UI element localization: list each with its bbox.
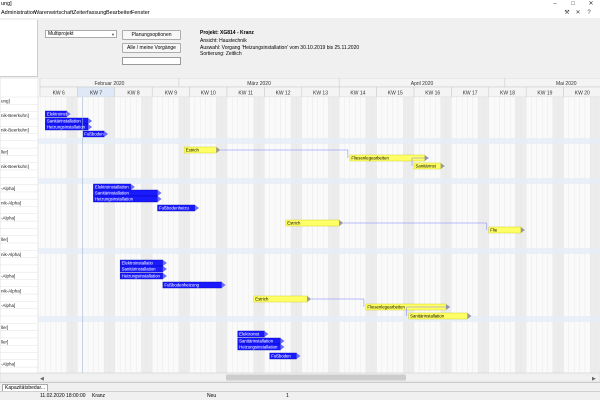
- task-label: Fliesenlegearbeiten: [351, 156, 389, 161]
- row-label: nik-Beerkuhn]: [1, 128, 29, 133]
- task-label: Elektroinstallation: [95, 185, 129, 190]
- task-label: Heizungsinstallation: [47, 125, 86, 130]
- all-my-tasks-button[interactable]: Alle / meine Vorgänge: [122, 43, 181, 53]
- close-icon[interactable]: ✕: [582, 0, 600, 9]
- row-label: -Alpha]: [1, 361, 15, 366]
- project-sorting: Sortierung: Zeitlich: [200, 50, 242, 57]
- menu-bearbeiten[interactable]: Bearbeiten: [106, 10, 133, 16]
- filter-input[interactable]: [122, 57, 181, 65]
- week-label: KW 16: [425, 91, 440, 97]
- task-label: Estrich: [255, 297, 269, 302]
- week-label: KW 6: [53, 91, 65, 97]
- group-separator: [38, 138, 600, 144]
- close-doc-icon[interactable]: ✕: [574, 10, 582, 17]
- group-separator: [38, 178, 600, 184]
- task-label: Fußbodenheizu: [159, 206, 189, 211]
- task-label: Fußboden: [84, 132, 104, 137]
- month-label: April 2020: [411, 81, 434, 87]
- week-label: KW 7: [90, 91, 102, 97]
- week-label: KW 10: [201, 91, 216, 97]
- row-label: -Alpha]: [1, 303, 15, 308]
- project-info: Projekt: XG814 - Kranz Ansicht: Haustech…: [200, 30, 359, 57]
- week-label: KW 13: [313, 91, 328, 97]
- planning-options-button[interactable]: Planungsoptionen: [122, 30, 181, 40]
- row-label: -Alpha]: [1, 186, 15, 191]
- month-label: März 2020: [247, 81, 271, 87]
- task-label: Elektroinst: [239, 332, 260, 337]
- task-label: Fußbodenheizung: [164, 283, 199, 288]
- status-bar: 11.02.2020 18:00:00 Kranz Neu 1: [0, 391, 600, 400]
- task-label: Sanitärinstallation: [122, 267, 157, 272]
- week-label: KW 11: [238, 91, 253, 97]
- scrollbar-thumb[interactable]: [226, 374, 406, 381]
- task-label: Sanitärinstallation: [239, 339, 274, 344]
- project-mode-dropdown[interactable]: Multiprojekt ▼: [45, 30, 117, 38]
- week-label: KW 18: [500, 91, 515, 97]
- week-label: KW 8: [127, 91, 139, 97]
- row-label: nik-Alpha]: [1, 201, 21, 206]
- maximize-icon[interactable]: □: [564, 0, 582, 9]
- side-panel: [0, 20, 38, 77]
- week-label: KW 9: [165, 91, 177, 97]
- menu-bar: Administration Warenwirtschaft Zeiterfas…: [0, 9, 600, 18]
- week-label: KW 20: [575, 91, 590, 97]
- task-label: Estrich: [287, 221, 301, 226]
- task-label: Elektroinst: [47, 112, 68, 117]
- menu-fenster[interactable]: Fenster: [131, 10, 150, 16]
- bottom-tab-bar: Kapazitätsbedar...: [0, 382, 600, 392]
- title-bar: ung] – □ ✕: [0, 0, 600, 9]
- row-label-column: [0, 78, 39, 382]
- row-label: nik-Beerkuhn]: [1, 164, 29, 169]
- month-cell: [504, 78, 600, 88]
- status-mode: Neu: [207, 393, 217, 399]
- week-label: KW 12: [276, 91, 291, 97]
- row-label: nik-Alpha]: [1, 252, 21, 257]
- chevron-down-icon: ▼: [111, 32, 115, 37]
- dropdown-value: Multiprojekt: [48, 31, 74, 37]
- menu-warenwirtschaft[interactable]: Warenwirtschaft: [34, 10, 73, 16]
- task-label: Sanitärinst: [416, 164, 437, 169]
- gantt-svg[interactable]: Februar 2020 März 2020 April 2020 Mai 2020 K…: [0, 78, 600, 382]
- week-label: KW 14: [350, 91, 365, 97]
- week-label: KW 15: [388, 91, 403, 97]
- month-label: Mai 2020: [556, 81, 577, 87]
- row-label: ller]: [1, 339, 8, 344]
- row-label: -Alpha]: [1, 274, 15, 279]
- task-label: Heizungsinstallation: [95, 197, 134, 202]
- task-label: Heizungsinstallation: [122, 274, 161, 279]
- row-label: -Alpha]: [1, 215, 15, 220]
- group-separator: [38, 316, 600, 322]
- minimize-icon[interactable]: –: [546, 0, 564, 9]
- project-selection: Auswahl: Vorgang 'Heizungsinstallation' …: [200, 44, 360, 51]
- row-label: nik-Beerkuhn]: [1, 113, 29, 118]
- task-label: Estrich: [186, 148, 200, 153]
- group-separator: [38, 248, 600, 254]
- menu-administration[interactable]: Administration: [1, 10, 36, 16]
- week-label: KW 19: [537, 91, 552, 97]
- row-label: ller]: [1, 325, 8, 330]
- row-label: nik-Alpha]: [1, 288, 21, 293]
- task-label: Sanitärinstallation: [410, 314, 445, 319]
- window-title: ung]: [1, 1, 12, 7]
- help-icon[interactable]: ?: [585, 10, 593, 17]
- row-label: ung]: [1, 99, 10, 104]
- task-label: Flie: [490, 228, 498, 233]
- status-number: 1: [286, 393, 289, 399]
- status-datetime: 11.02.2020 18:00:00: [40, 393, 86, 399]
- task-label: Elektroinstallatio: [122, 261, 154, 266]
- task-label: Fliesenlegearbeiten: [367, 305, 405, 310]
- row-label: ller]: [1, 150, 8, 155]
- task-label: Fußboden: [271, 354, 291, 359]
- menu-zeiterfassung[interactable]: Zeiterfassung: [73, 10, 106, 16]
- task-label: Heizungsinstallation: [239, 345, 278, 350]
- month-label: Februar 2020: [94, 81, 124, 87]
- task-label: Sanitärinstallation: [95, 191, 130, 196]
- gantt-chart[interactable]: Februar 2020 März 2020 April 2020 Mai 2020 K…: [0, 78, 600, 382]
- row-label: ller]: [1, 237, 8, 242]
- status-user: Kranz: [92, 393, 106, 399]
- tool-icon[interactable]: ⚒: [563, 10, 571, 17]
- week-label: KW 17: [463, 91, 478, 97]
- task-label: Sanitärinstallation: [47, 119, 82, 124]
